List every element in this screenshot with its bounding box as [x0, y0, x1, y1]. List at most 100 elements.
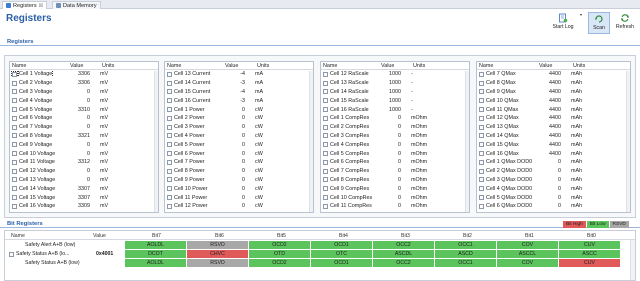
- register-checkbox[interactable]: [167, 203, 172, 209]
- register-checkbox[interactable]: [479, 107, 484, 113]
- register-row[interactable]: Cell 14 Voltage 3307 mV: [10, 184, 158, 193]
- register-row[interactable]: Cell 15 Current -4 mA: [165, 88, 313, 97]
- bit-cell[interactable]: CUV: [559, 241, 621, 249]
- register-checkbox[interactable]: [323, 186, 328, 192]
- register-row[interactable]: Cell 11 QMax 4400 mAh: [477, 105, 630, 114]
- register-row[interactable]: Cell 15 QMax 4400 mAh: [477, 140, 630, 149]
- register-row[interactable]: Cell 1 Power 0 cW: [165, 105, 313, 114]
- bit-cell[interactable]: OCD1: [311, 241, 373, 249]
- register-checkbox[interactable]: [323, 133, 328, 139]
- register-checkbox[interactable]: [323, 159, 328, 165]
- bit-cell[interactable]: OCD2: [249, 241, 311, 249]
- register-checkbox[interactable]: [12, 186, 17, 192]
- register-checkbox[interactable]: [12, 168, 17, 174]
- bit-cell[interactable]: RSVD: [187, 241, 249, 249]
- register-row[interactable]: Cell 1 CompRes 0 mOhm: [321, 114, 469, 123]
- register-checkbox[interactable]: [12, 89, 17, 95]
- register-row[interactable]: Cell 1 QMax DOD0 0 mAh: [477, 158, 630, 167]
- register-checkbox[interactable]: [167, 89, 172, 95]
- register-row[interactable]: Cell 7 Power 0 cW: [165, 158, 313, 167]
- register-row[interactable]: Cell 11 Voltage 3312 mV: [10, 158, 158, 167]
- register-checkbox[interactable]: [323, 203, 328, 209]
- column-header-units[interactable]: Units: [571, 63, 601, 69]
- register-row[interactable]: Cell 11 CompRes 0 mOhm: [321, 202, 469, 211]
- register-row[interactable]: Cell 13 QMax 4400 mAh: [477, 123, 630, 132]
- register-row[interactable]: Cell 3 CompRes 0 mOhm: [321, 132, 469, 141]
- column-header-name[interactable]: Name: [477, 63, 537, 69]
- register-checkbox[interactable]: [167, 133, 172, 139]
- register-checkbox[interactable]: [167, 124, 172, 130]
- register-checkbox[interactable]: [323, 195, 328, 201]
- register-row[interactable]: Cell 7 QMax 4400 mAh: [477, 70, 630, 79]
- register-row[interactable]: Cell 6 CompRes 0 mOhm: [321, 158, 469, 167]
- register-checkbox[interactable]: [12, 115, 17, 121]
- register-row[interactable]: Cell 16 Voltage 3309 mV: [10, 202, 158, 211]
- register-row[interactable]: Cell 6 QMax DOD0 0 mAh: [477, 202, 630, 211]
- tab-data-memory[interactable]: Data Memory: [52, 1, 101, 9]
- register-checkbox[interactable]: [479, 98, 484, 104]
- register-checkbox[interactable]: [479, 177, 484, 183]
- register-row[interactable]: Cell 15 Voltage 3307 mV: [10, 193, 158, 202]
- bit-cell[interactable]: AOLDL: [125, 259, 187, 267]
- register-checkbox[interactable]: [167, 151, 172, 157]
- register-row[interactable]: Cell 4 Power 0 cW: [165, 132, 313, 141]
- register-row[interactable]: Cell 2 Power 0 cW: [165, 114, 313, 123]
- register-row[interactable]: Cell 3 QMax DOD0 0 mAh: [477, 176, 630, 185]
- register-checkbox[interactable]: [323, 98, 328, 104]
- register-row[interactable]: Cell 12 QMax 4400 mAh: [477, 114, 630, 123]
- register-checkbox[interactable]: [479, 142, 484, 148]
- register-row[interactable]: Cell 9 QMax 4400 mAh: [477, 88, 630, 97]
- register-checkbox[interactable]: [11, 71, 18, 78]
- register-checkbox[interactable]: [167, 142, 172, 148]
- register-row[interactable]: Cell 11 Power 0 cW: [165, 193, 313, 202]
- register-checkbox[interactable]: [167, 115, 172, 121]
- tab-registers[interactable]: Registers ☒: [2, 1, 48, 9]
- register-row[interactable]: Cell 8 CompRes 0 mOhm: [321, 176, 469, 185]
- register-row[interactable]: Cell 7 CompRes 0 mOhm: [321, 167, 469, 176]
- register-row[interactable]: Cell 14 RaScale 1000 -: [321, 88, 469, 97]
- register-checkbox[interactable]: [12, 80, 17, 86]
- close-tab-icon[interactable]: ☒: [39, 3, 43, 9]
- register-checkbox[interactable]: [323, 177, 328, 183]
- bit-register-row[interactable]: Safety Alert A+B (low) AOLDL RSVD OCD2 OCD1 O…: [5, 241, 635, 250]
- register-checkbox[interactable]: [323, 142, 328, 148]
- column-header-units[interactable]: Units: [100, 63, 130, 69]
- start-log-button[interactable]: Start Log: [552, 12, 574, 34]
- register-row[interactable]: Cell 4 Voltage 0 mV: [10, 96, 158, 105]
- register-checkbox[interactable]: [479, 186, 484, 192]
- register-row[interactable]: Cell 14 Current -3 mA: [165, 79, 313, 88]
- register-checkbox[interactable]: [167, 80, 172, 86]
- register-row[interactable]: Cell 16 QMax 4400 mAh: [477, 149, 630, 158]
- bit-cell[interactable]: AOLDL: [125, 241, 187, 249]
- register-checkbox[interactable]: [479, 203, 484, 209]
- register-row[interactable]: Cell 16 RaScale 1000 -: [321, 105, 469, 114]
- register-checkbox[interactable]: [167, 195, 172, 201]
- register-checkbox[interactable]: [323, 89, 328, 95]
- expand-collapse-icon[interactable]: [9, 251, 14, 257]
- register-row[interactable]: Cell 8 Power 0 cW: [165, 167, 313, 176]
- register-checkbox[interactable]: [12, 159, 17, 165]
- register-row[interactable]: Cell 12 RaScale 1000 -: [321, 70, 469, 79]
- panel-scrollbar[interactable]: [626, 71, 630, 212]
- register-row[interactable]: Cell 10 Power 0 cW: [165, 184, 313, 193]
- register-row[interactable]: Cell 4 CompRes 0 mOhm: [321, 140, 469, 149]
- column-header-name[interactable]: Name: [10, 63, 68, 69]
- register-row[interactable]: Cell 16 Current -3 mA: [165, 96, 313, 105]
- register-checkbox[interactable]: [167, 177, 172, 183]
- register-checkbox[interactable]: [323, 80, 328, 86]
- register-row[interactable]: Cell 8 Voltage 3321 mV: [10, 132, 158, 141]
- register-checkbox[interactable]: [323, 71, 328, 77]
- register-row[interactable]: Cell 5 CompRes 0 mOhm: [321, 149, 469, 158]
- bit-cell[interactable]: ASCCL: [497, 250, 559, 258]
- register-checkbox[interactable]: [479, 159, 484, 165]
- register-checkbox[interactable]: [479, 195, 484, 201]
- register-row[interactable]: Cell 1 Voltage 3306 mV: [10, 70, 158, 79]
- register-row[interactable]: Cell 6 Voltage 0 mV: [10, 114, 158, 123]
- column-header-units[interactable]: Units: [411, 63, 441, 69]
- bit-register-row[interactable]: Safety Status A+B (lo... 0x4001 DCOT CHVC OT…: [5, 250, 635, 259]
- bit-cell[interactable]: ASCC: [559, 250, 621, 258]
- register-row[interactable]: Cell 8 QMax 4400 mAh: [477, 79, 630, 88]
- register-row[interactable]: Cell 10 QMax 4400 mAh: [477, 96, 630, 105]
- register-row[interactable]: Cell 3 Voltage 0 mV: [10, 88, 158, 97]
- register-checkbox[interactable]: [323, 107, 328, 113]
